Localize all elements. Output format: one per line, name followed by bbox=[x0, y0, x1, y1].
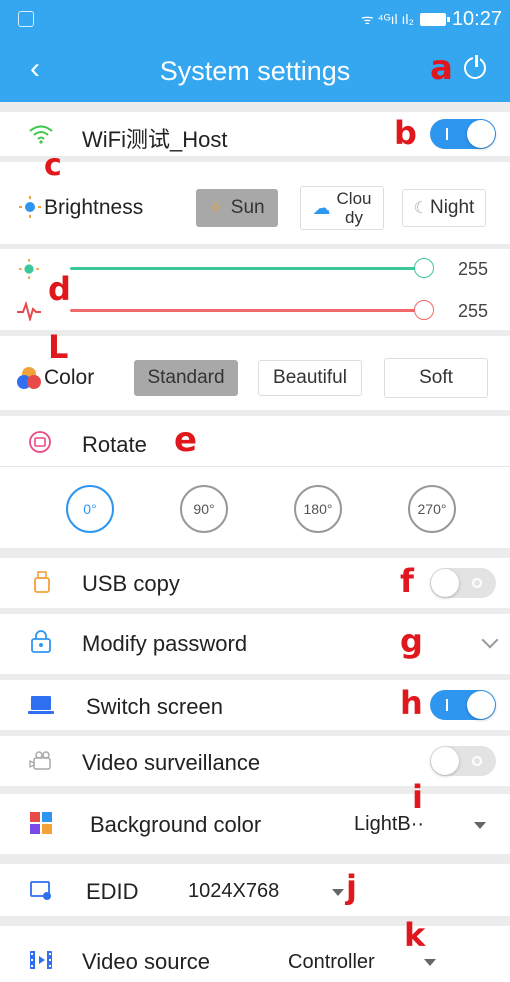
monitor-icon bbox=[30, 881, 51, 900]
film-icon bbox=[30, 951, 52, 969]
divider bbox=[0, 916, 510, 926]
brightness-slider-track[interactable] bbox=[70, 267, 422, 270]
grid-icon bbox=[30, 812, 52, 834]
rotate-image-icon bbox=[29, 431, 51, 453]
annotation-e: e bbox=[174, 420, 198, 460]
brightness-mode-cloudy[interactable]: ☁ Clou dy bbox=[300, 186, 384, 230]
brightness-mode-night[interactable]: ☾ Night bbox=[402, 189, 486, 227]
rotate-270-button[interactable]: 270° bbox=[408, 485, 456, 533]
brightness-row: Brightness ✧ Sun ☁ Clou dy ☾ Night bbox=[0, 176, 510, 240]
brightness-slider-knob[interactable] bbox=[414, 258, 434, 278]
color-option-soft[interactable]: Soft bbox=[384, 358, 488, 398]
lock-icon bbox=[31, 630, 51, 653]
background-color-label: Background color bbox=[90, 812, 262, 837]
brightness-label: Brightness bbox=[44, 196, 144, 219]
brightness-slider-value: 255 bbox=[458, 259, 489, 279]
laptop-icon bbox=[28, 696, 54, 714]
brightness-mode-sun[interactable]: ✧ Sun bbox=[196, 189, 278, 227]
edid-row[interactable]: EDID 1024X768 j bbox=[0, 864, 510, 916]
color-row: Color Standard Beautiful Soft bbox=[0, 350, 510, 408]
cloud-icon: ☁ bbox=[312, 197, 331, 218]
dropdown-arrow-icon[interactable] bbox=[332, 889, 344, 896]
palette-icon bbox=[17, 367, 41, 389]
dropdown-arrow-icon[interactable] bbox=[424, 959, 436, 966]
rotate-label: Rotate bbox=[82, 432, 147, 457]
video-surveillance-toggle[interactable] bbox=[430, 746, 496, 776]
status-bar: ᯤ ⁴ᴳıl ıl₂ 10:27 bbox=[0, 0, 510, 38]
divider bbox=[0, 786, 510, 794]
battery-icon bbox=[419, 13, 450, 26]
annotation-g: g bbox=[400, 622, 423, 660]
gallery-notification-icon bbox=[18, 11, 34, 27]
usb-icon bbox=[34, 571, 50, 593]
rotate-options: 0° 90° 180° 270° bbox=[0, 467, 510, 547]
status-icons: ᯤ ⁴ᴳıl ıl₂ 10:27 bbox=[361, 8, 502, 31]
divider bbox=[0, 548, 510, 558]
modify-password-row[interactable]: Modify password g bbox=[0, 614, 510, 672]
dropdown-arrow-icon[interactable] bbox=[474, 822, 486, 829]
switch-screen-label: Switch screen bbox=[86, 694, 223, 719]
rotate-0-button[interactable]: 0° bbox=[66, 485, 114, 533]
sun-icon bbox=[19, 196, 41, 218]
color-option-beautiful[interactable]: Beautiful bbox=[258, 360, 362, 396]
background-color-row[interactable]: Background color LightB·· bbox=[0, 794, 510, 852]
divider bbox=[0, 102, 510, 112]
wifi-icon bbox=[29, 125, 53, 144]
video-source-row[interactable]: Video source Controller bbox=[0, 934, 510, 982]
color-option-standard[interactable]: Standard bbox=[134, 360, 238, 396]
wifi-row: WiFi测试_Host b bbox=[0, 112, 510, 156]
signal-indicators: ᯤ ⁴ᴳıl ıl₂ bbox=[360, 11, 414, 27]
wifi-toggle[interactable] bbox=[430, 119, 496, 149]
moon-icon: ☾ bbox=[413, 200, 428, 217]
video-surveillance-label: Video surveillance bbox=[82, 750, 261, 775]
camera-icon bbox=[29, 751, 51, 770]
divider bbox=[0, 854, 510, 864]
divider bbox=[0, 156, 510, 162]
annotation-a: a bbox=[430, 48, 453, 88]
annotation-h: h bbox=[400, 684, 423, 722]
color-label: Color bbox=[44, 366, 95, 389]
chevron-down-icon[interactable] bbox=[481, 631, 499, 649]
edid-value[interactable]: 1024X768 bbox=[188, 880, 279, 903]
rotate-180-button[interactable]: 180° bbox=[294, 485, 342, 533]
brightness-slider-row: 255 bbox=[0, 254, 510, 284]
divider bbox=[0, 330, 510, 336]
switch-screen-row: Switch screen h bbox=[0, 680, 510, 730]
contrast-slider-row: 255 bbox=[0, 296, 510, 326]
background-color-value[interactable]: LightB·· bbox=[354, 813, 424, 836]
status-time: 10:27 bbox=[451, 8, 502, 30]
divider bbox=[0, 244, 510, 249]
contrast-slider-track[interactable] bbox=[70, 309, 422, 312]
sun-outline-icon: ✧ bbox=[209, 200, 223, 217]
rotate-90-button[interactable]: 90° bbox=[180, 485, 228, 533]
rotate-row: Rotate e bbox=[0, 416, 510, 466]
switch-screen-toggle[interactable] bbox=[430, 690, 496, 720]
video-surveillance-row: Video surveillance bbox=[0, 736, 510, 786]
modify-password-label: Modify password bbox=[82, 631, 248, 656]
contrast-slider-value: 255 bbox=[458, 301, 489, 321]
annotation-j: j bbox=[346, 868, 357, 906]
usb-copy-label: USB copy bbox=[82, 571, 180, 596]
annotation-b: b bbox=[394, 114, 417, 152]
edid-label: EDID bbox=[86, 879, 139, 904]
power-icon[interactable] bbox=[464, 53, 486, 79]
contrast-slider-knob[interactable] bbox=[414, 300, 434, 320]
video-source-label: Video source bbox=[82, 949, 211, 974]
sun-icon bbox=[18, 258, 40, 280]
usb-copy-row: USB copy f bbox=[0, 558, 510, 608]
wifi-name: WiFi测试_Host bbox=[82, 127, 228, 152]
usb-copy-toggle[interactable] bbox=[430, 568, 496, 598]
annotation-f: f bbox=[400, 562, 414, 600]
pulse-icon bbox=[17, 301, 41, 321]
video-source-value[interactable]: Controller bbox=[288, 951, 375, 974]
